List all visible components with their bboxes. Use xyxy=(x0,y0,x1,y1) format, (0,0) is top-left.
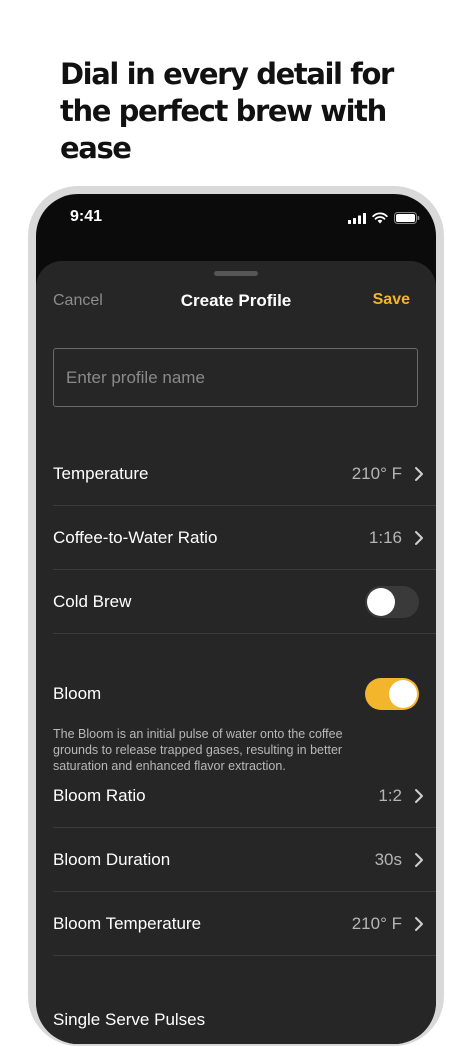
cold-brew-row: Cold Brew xyxy=(53,570,436,634)
bloom-duration-label: Bloom Duration xyxy=(53,849,171,869)
wifi-icon xyxy=(372,212,388,224)
signal-bars-icon xyxy=(348,212,366,224)
ratio-label: Coffee-to-Water Ratio xyxy=(53,527,218,547)
chevron-right-icon xyxy=(415,466,423,481)
ratio-value: 1:16 xyxy=(368,527,402,547)
temperature-label: Temperature xyxy=(53,463,149,483)
bloom-ratio-value: 1:2 xyxy=(378,785,402,805)
cold-brew-label: Cold Brew xyxy=(53,591,132,611)
promo-headline: Dial in every detail for the perfect bre… xyxy=(60,57,394,165)
chevron-right-icon xyxy=(415,788,423,803)
bloom-label: Bloom xyxy=(53,684,102,703)
bloom-temperature-value: 210° F xyxy=(351,913,402,933)
profile-name-placeholder: Enter profile name xyxy=(66,367,205,387)
sheet-grabber[interactable] xyxy=(214,271,258,276)
bloom-temperature-row[interactable]: Bloom Temperature 210° F xyxy=(53,892,436,956)
bloom-ratio-row[interactable]: Bloom Ratio 1:2 xyxy=(53,764,436,828)
status-time: 9:41 xyxy=(70,208,103,225)
bloom-duration-row[interactable]: Bloom Duration 30s xyxy=(53,828,436,892)
single-serve-pulses-row[interactable]: Single Serve Pulses xyxy=(53,988,436,1044)
create-profile-sheet: Cancel Create Profile Save Enter profile… xyxy=(36,261,436,1044)
bloom-toggle[interactable] xyxy=(365,678,419,710)
bloom-row: Bloom xyxy=(53,662,436,726)
chevron-right-icon xyxy=(415,530,423,545)
bloom-temperature-label: Bloom Temperature xyxy=(53,913,202,933)
single-serve-label: Single Serve Pulses xyxy=(53,1010,206,1029)
temperature-value: 210° F xyxy=(351,463,402,483)
status-icons xyxy=(348,212,420,224)
chevron-right-icon xyxy=(415,852,423,867)
bloom-duration-value: 30s xyxy=(374,849,402,869)
save-button[interactable]: Save xyxy=(373,291,410,309)
profile-name-input[interactable]: Enter profile name xyxy=(53,348,418,407)
cold-brew-toggle[interactable] xyxy=(365,585,419,618)
chevron-right-icon xyxy=(415,916,423,931)
battery-icon xyxy=(394,212,420,224)
temperature-row[interactable]: Temperature 210° F xyxy=(53,442,436,506)
toggle-knob xyxy=(367,587,395,616)
phone-screen: 9:41 Cancel Create Profile Save Enter pr… xyxy=(36,194,436,1044)
bloom-ratio-label: Bloom Ratio xyxy=(53,785,146,805)
toggle-knob xyxy=(389,680,417,708)
coffee-water-ratio-row[interactable]: Coffee-to-Water Ratio 1:16 xyxy=(53,506,436,570)
